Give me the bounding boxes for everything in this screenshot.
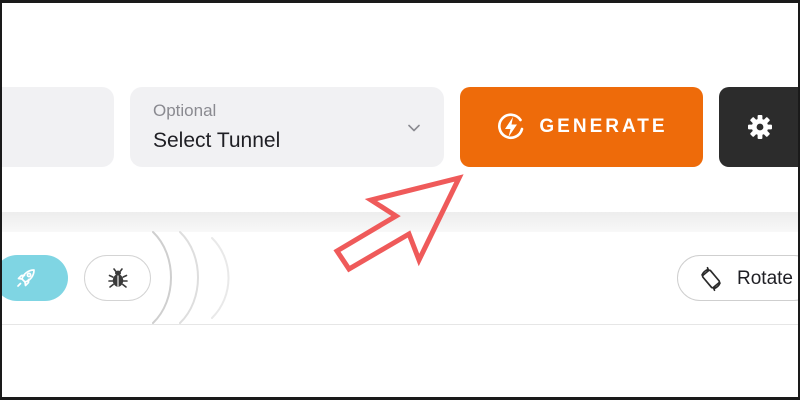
pointer-arrow-icon: [333, 174, 464, 273]
ripple-decoration: [152, 231, 230, 324]
settings-button[interactable]: [719, 87, 800, 167]
rocket-button[interactable]: [0, 255, 68, 301]
rotate-device-icon: [701, 266, 721, 292]
bug-icon: [108, 268, 128, 288]
generate-button[interactable]: GENERATE: [460, 87, 703, 167]
tunnel-select-hint: Optional: [153, 101, 217, 120]
tunnel-select-value: Select Tunnel: [153, 129, 281, 152]
chevron-down-icon: [408, 124, 420, 132]
row-divider: [0, 324, 800, 325]
generate-button-label: GENERATE: [539, 116, 668, 137]
gear-icon: [748, 115, 772, 139]
left-input-field[interactable]: [0, 87, 114, 167]
debug-button[interactable]: [84, 255, 151, 301]
rotate-button-label: Rotate: [737, 268, 793, 289]
tunnel-select[interactable]: Optional Select Tunnel: [130, 87, 444, 167]
rocket-icon: [17, 269, 35, 287]
rotate-button[interactable]: Rotate: [677, 255, 800, 301]
bolt-icon: [498, 113, 524, 139]
